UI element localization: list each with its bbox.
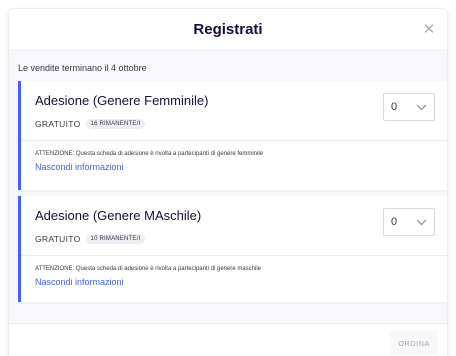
chevron-down-icon — [416, 104, 427, 110]
ticket-meta: GRATUITO 10 RIMANENTE/I — [35, 234, 146, 244]
ticket-details: ATTENZIONE: Questa scheda di adesione è … — [21, 141, 447, 185]
ticket-card: Adesione (Genere MAschile) GRATUITO 10 R… — [18, 196, 447, 302]
sales-end-notice: Le vendite terminano il 4 ottobre — [18, 63, 147, 73]
ticket-name: Adesione (Genere Femminile) — [35, 93, 209, 108]
modal-title: Registrati — [193, 21, 263, 38]
ticket-details: ATTENZIONE: Questa scheda di adesione è … — [21, 256, 447, 300]
modal-footer: ORDINA — [9, 323, 447, 356]
ticket-name: Adesione (Genere MAschile) — [35, 208, 202, 223]
ticket-card: Adesione (Genere Femminile) GRATUITO 16 … — [18, 81, 447, 190]
remaining-badge: 16 RIMANENTE/I — [85, 119, 146, 129]
registration-modal: Registrati ✕ Le vendite terminano il 4 o… — [9, 9, 447, 356]
ticket-price: GRATUITO — [35, 119, 81, 129]
remaining-badge: 10 RIMANENTE/I — [85, 234, 146, 244]
ticket-warning: ATTENZIONE: Questa scheda di adesione è … — [35, 151, 263, 157]
ticket-price: GRATUITO — [35, 234, 81, 244]
quantity-value: 0 — [391, 101, 398, 113]
quantity-select[interactable]: 0 — [383, 93, 435, 121]
quantity-value: 0 — [391, 216, 398, 228]
ticket-summary: Adesione (Genere Femminile) GRATUITO 16 … — [21, 81, 447, 141]
modal-header: Registrati ✕ — [9, 9, 447, 51]
close-icon[interactable]: ✕ — [421, 21, 437, 38]
ticket-meta: GRATUITO 16 RIMANENTE/I — [35, 119, 146, 129]
ticket-summary: Adesione (Genere MAschile) GRATUITO 10 R… — [21, 196, 447, 256]
ticket-warning: ATTENZIONE: Questa scheda di adesione è … — [35, 266, 262, 272]
hide-info-link[interactable]: Nascondi informazioni — [35, 277, 124, 287]
hide-info-link[interactable]: Nascondi informazioni — [35, 162, 124, 172]
chevron-down-icon — [416, 219, 427, 225]
order-button[interactable]: ORDINA — [390, 331, 438, 355]
quantity-select[interactable]: 0 — [383, 208, 435, 236]
